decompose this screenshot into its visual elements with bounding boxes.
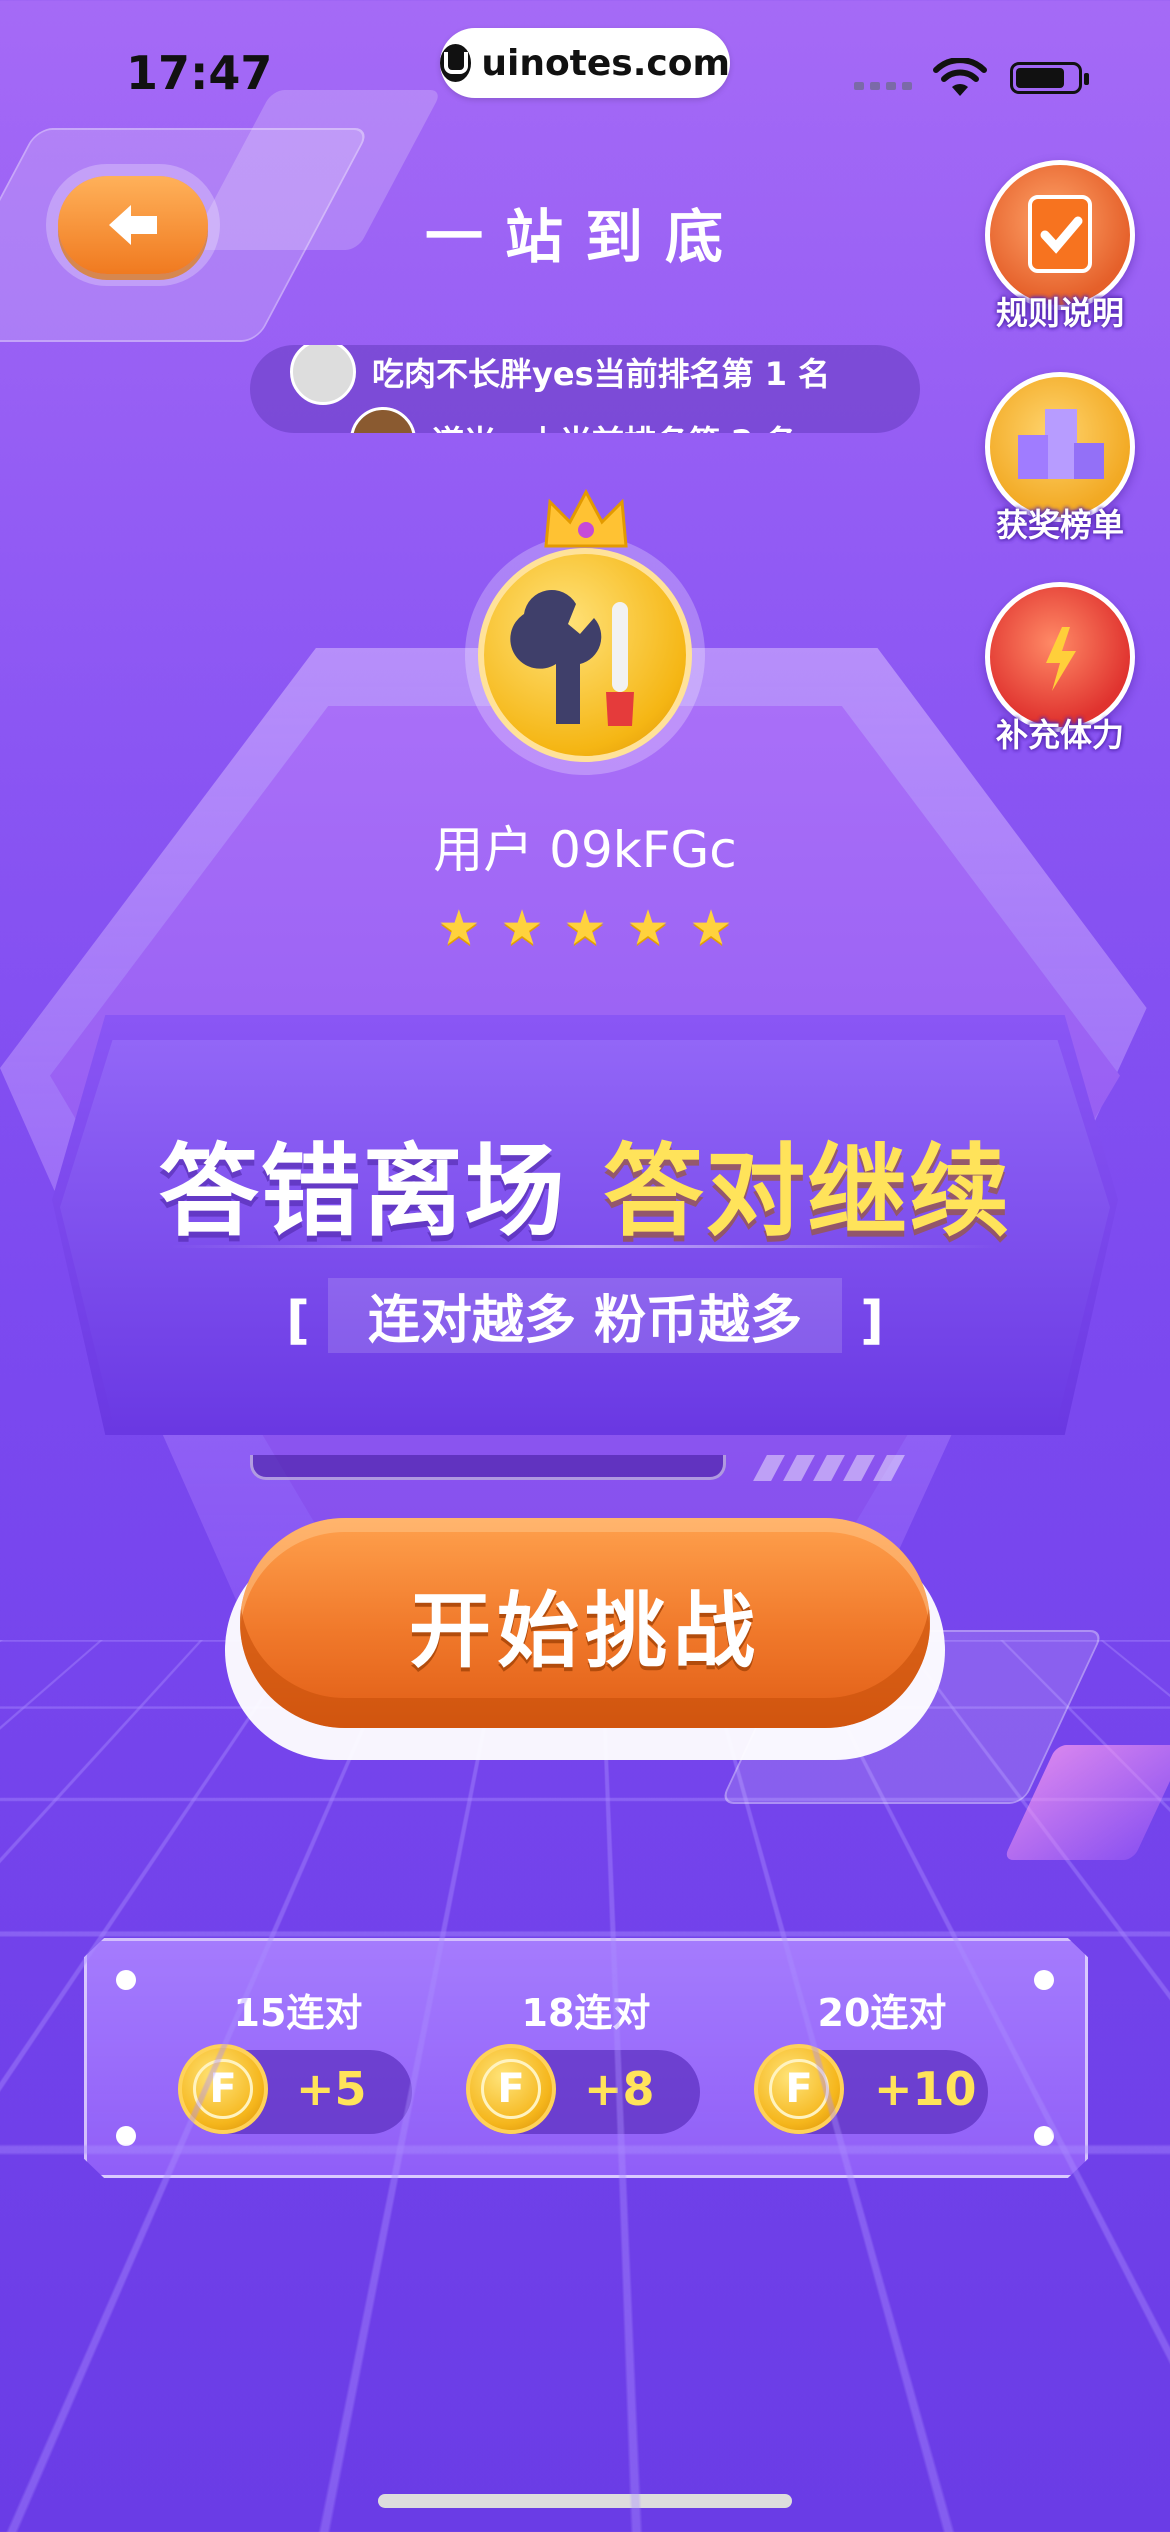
banner-headline: 答错离场 答对继续 xyxy=(0,1110,1170,1255)
star-icon: ★ xyxy=(563,900,607,956)
coin-icon: F xyxy=(178,2044,268,2134)
reward-tier: 18连对 xyxy=(466,1982,706,2037)
reward-amount: +10 xyxy=(874,2062,977,2116)
ticker-text: 道米…上当前排名第 2 名 xyxy=(432,417,797,433)
status-time: 17:47 xyxy=(126,46,273,100)
user-avatar xyxy=(478,548,692,762)
star-rating: ★ ★ ★ ★ ★ xyxy=(0,904,1170,952)
coin-icon: F xyxy=(466,2044,556,2134)
site-logo-icon xyxy=(440,44,472,82)
leaderboard-button[interactable]: 获奖榜单 xyxy=(980,372,1140,546)
url-pill[interactable]: uinotes.com xyxy=(440,28,730,98)
ticker-text: 吃肉不长胖yes当前排名第 1 名 xyxy=(372,355,831,393)
banner-subline: [ 连对越多 粉币越多 ] xyxy=(0,1278,1170,1353)
rank-ticker: 吃肉不长胖yes当前排名第 1 名 道米…上当前排名第 2 名 xyxy=(250,345,920,433)
side-label: 获奖榜单 xyxy=(995,506,1124,544)
reward-amount: +8 xyxy=(584,2062,655,2116)
side-label: 补充体力 xyxy=(995,716,1124,754)
rivet xyxy=(1034,2126,1054,2146)
cellular-signal-icon xyxy=(854,82,912,90)
rivet xyxy=(116,1970,136,1990)
home-indicator[interactable] xyxy=(378,2494,792,2508)
headline-white: 答错离场 xyxy=(158,1133,567,1250)
coin-icon: F xyxy=(754,2044,844,2134)
url-text: uinotes.com xyxy=(481,42,730,84)
avatar xyxy=(350,407,416,433)
star-icon: ★ xyxy=(500,900,544,956)
username: 用户 09kFGc xyxy=(433,821,737,879)
reward-streak: 18连对 xyxy=(521,1991,651,2035)
divider xyxy=(170,1245,1000,1248)
ticker-row: 吃肉不长胖yes当前排名第 1 名 xyxy=(290,345,830,405)
reward-tier: 15连对 xyxy=(178,1982,418,2037)
decor-bar xyxy=(250,1455,726,1480)
wifi-icon xyxy=(933,58,987,96)
ticker-row: 道米…上当前排名第 2 名 xyxy=(350,407,797,433)
rules-button[interactable]: 规则说明 xyxy=(980,160,1140,334)
crown-icon xyxy=(544,488,628,548)
reward-amount: +5 xyxy=(296,2062,367,2116)
bracket-right: ] xyxy=(860,1291,884,1351)
reward-streak: 15连对 xyxy=(233,1991,363,2035)
tools-icon xyxy=(510,589,634,726)
bracket-left: [ xyxy=(286,1291,310,1351)
rivet xyxy=(1034,1970,1054,1990)
battery-icon xyxy=(1010,62,1089,94)
star-icon: ★ xyxy=(626,900,670,956)
start-challenge-button[interactable]: 开始挑战 xyxy=(240,1518,930,1728)
rivet xyxy=(116,2126,136,2146)
energy-button[interactable]: 补充体力 xyxy=(980,582,1140,756)
headline-yellow: 答对继续 xyxy=(603,1133,1012,1250)
avatar xyxy=(290,345,356,405)
decor-stripes xyxy=(753,1455,905,1481)
side-label: 规则说明 xyxy=(995,294,1124,332)
reward-tier: 20连对 xyxy=(762,1982,1002,2037)
subline-text: 连对越多 粉币越多 xyxy=(327,1278,843,1353)
star-icon: ★ xyxy=(689,900,733,956)
star-icon: ★ xyxy=(437,900,481,956)
reward-streak: 20连对 xyxy=(817,1991,947,2035)
